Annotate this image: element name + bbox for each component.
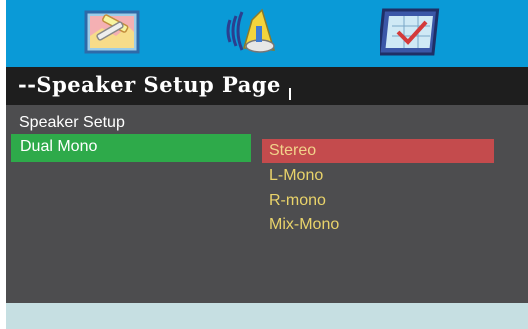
- option-stereo[interactable]: Stereo: [262, 139, 494, 163]
- option-l-mono[interactable]: L-Mono: [262, 164, 494, 188]
- menu-item-dual-mono[interactable]: Dual Mono: [11, 134, 251, 162]
- option-r-mono[interactable]: R-mono: [262, 189, 494, 213]
- option-mix-mono[interactable]: Mix-Mono: [262, 213, 494, 237]
- option-label: L-Mono: [269, 167, 324, 184]
- option-label: Stereo: [269, 142, 317, 159]
- page-title: --Speaker Setup Page: [18, 72, 281, 97]
- preferences-check-icon[interactable]: [377, 6, 442, 56]
- tools-icon[interactable]: [82, 6, 144, 56]
- option-label: Mix-Mono: [269, 216, 340, 233]
- speaker-icon[interactable]: [224, 6, 286, 56]
- text-cursor: [289, 88, 291, 100]
- section-label: Speaker Setup: [19, 114, 125, 131]
- menu-item-label: Dual Mono: [20, 138, 98, 155]
- setup-screen: --Speaker Setup Page Speaker Setup Dual …: [6, 0, 528, 329]
- option-label: R-mono: [269, 192, 326, 209]
- top-icon-bar: [6, 0, 528, 67]
- help-footer-bar: [6, 303, 528, 329]
- title-bar: --Speaker Setup Page: [6, 67, 528, 105]
